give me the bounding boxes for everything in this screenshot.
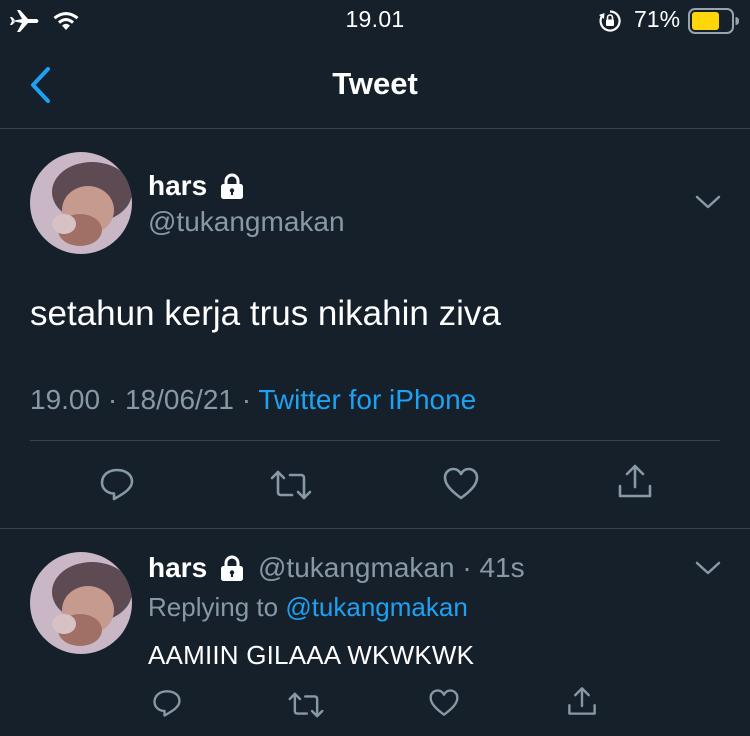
reply-button[interactable] [99,466,135,502]
replying-prefix: Replying to [148,592,279,622]
lock-icon [218,554,246,582]
replying-to-link[interactable]: @tukangmakan [285,592,468,622]
share-icon [618,464,652,498]
lock-icon [218,172,246,200]
meta-separator: · [241,384,252,415]
like-icon [443,467,479,500]
avatar[interactable] [30,152,132,254]
like-button[interactable] [442,466,480,502]
reply-icon [153,690,181,717]
nav-divider [0,128,750,129]
reply-handle-line: @tukangmakan · 41s [258,552,525,584]
tweet-divider [0,528,750,529]
reply-like-button[interactable] [428,688,460,718]
meta-separator: · [107,384,118,415]
tweet-date: 18/06/21 [124,384,234,415]
retweet-icon [270,470,312,500]
chevron-down-icon[interactable] [694,192,722,212]
reply-avatar[interactable] [30,552,132,654]
share-button[interactable] [616,462,654,500]
author-name[interactable]: hars [148,170,207,202]
rotation-lock-icon [598,9,622,33]
battery-percent: 71% [634,6,681,32]
tweet-meta: 19.00 · 18/06/21 · Twitter for iPhone [30,384,476,416]
battery-icon [688,8,740,34]
page-title: Tweet [332,66,418,101]
status-bar: 19.01 71% [0,0,750,42]
reply-author-name[interactable]: hars [148,552,207,584]
author-handle[interactable]: @tukangmakan [148,206,345,238]
retweet-icon [288,692,324,718]
chevron-down-icon[interactable] [694,558,722,578]
tweet-text: setahun kerja trus nikahin ziva [30,294,501,333]
reply-reply-button[interactable] [152,688,182,718]
replying-to-line: Replying to @tukangmakan [148,592,468,623]
reply-retweet-button[interactable] [288,690,324,720]
reply-separator: · [462,552,472,583]
meta-divider [30,440,720,441]
share-icon [568,687,596,715]
reply-age: 41s [479,552,525,583]
reply-share-button[interactable] [566,685,598,717]
tweet-time: 19.00 [30,384,101,415]
reply-icon [100,468,134,501]
tweet-source-link[interactable]: Twitter for iPhone [258,384,476,415]
reply-text: AAMIIN GILAAA WKWKWK [148,640,475,670]
reply-author-handle[interactable]: @tukangmakan [258,552,455,583]
like-icon [429,689,459,716]
retweet-button[interactable] [270,468,312,502]
